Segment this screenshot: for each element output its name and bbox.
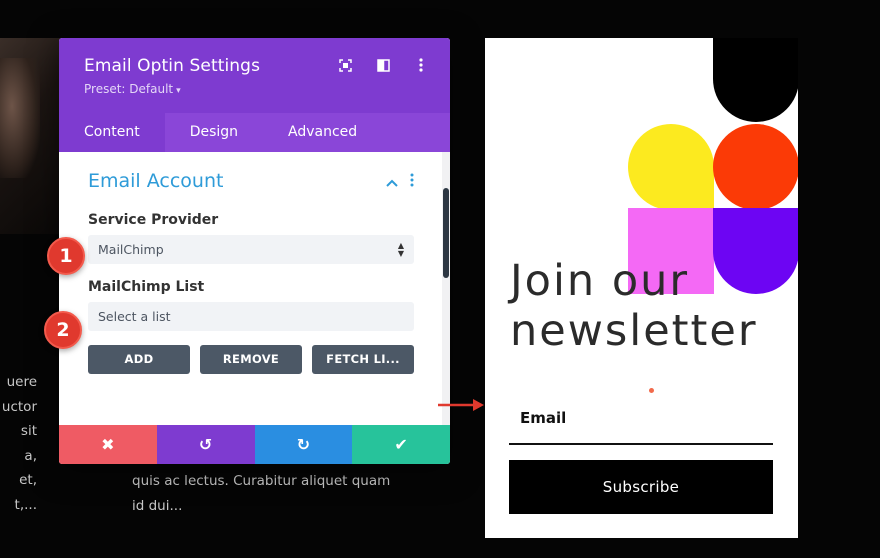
decor-dot bbox=[649, 388, 654, 393]
section-icons bbox=[386, 172, 414, 191]
service-provider-label: Service Provider bbox=[88, 212, 219, 228]
chevron-up-icon[interactable] bbox=[386, 172, 398, 191]
background-text-line: uere bbox=[6, 374, 37, 390]
section-title: Email Account bbox=[88, 170, 224, 192]
list-action-buttons: ADD REMOVE FETCH LI... bbox=[88, 345, 414, 374]
fullscreen-icon[interactable] bbox=[338, 58, 352, 72]
newsletter-headline: Join our newsletter bbox=[510, 256, 798, 356]
add-button[interactable]: ADD bbox=[88, 345, 190, 374]
background-text-line: uctor bbox=[1, 398, 37, 415]
headline-line-2: newsletter bbox=[510, 306, 758, 356]
undo-icon: ↺ bbox=[198, 435, 213, 454]
mailchimp-list-value: Select a list bbox=[98, 309, 171, 324]
background-text-line: et, bbox=[19, 472, 37, 488]
background-photo bbox=[0, 38, 60, 234]
remove-button[interactable]: REMOVE bbox=[200, 345, 302, 374]
more-vertical-icon[interactable] bbox=[410, 172, 414, 191]
tab-content[interactable]: Content bbox=[59, 113, 165, 152]
background-text-line: a, bbox=[24, 447, 37, 464]
select-arrows-icon: ▲ ▼ bbox=[397, 240, 404, 258]
decor-shape-black bbox=[713, 38, 798, 122]
tab-design[interactable]: Design bbox=[165, 113, 263, 152]
section-header[interactable]: Email Account bbox=[88, 152, 414, 192]
decor-shape-red bbox=[713, 124, 798, 210]
background-text-line: quis ac lectus. Curabitur aliquet quam bbox=[132, 473, 391, 489]
panel-header[interactable]: Email Optin Settings Preset: Default ▾ bbox=[59, 38, 450, 113]
scrollbar-thumb[interactable] bbox=[443, 188, 449, 278]
email-optin-settings-panel: Email Optin Settings Preset: Default ▾ Co… bbox=[59, 38, 450, 464]
headline-line-1: Join our bbox=[510, 256, 690, 306]
pointer-arrow-icon bbox=[438, 399, 484, 411]
service-provider-select[interactable]: MailChimp ▲ ▼ bbox=[88, 235, 414, 264]
fetch-lists-button[interactable]: FETCH LI... bbox=[312, 345, 414, 374]
panel-body: Email Account Service Provider MailChimp… bbox=[59, 152, 450, 425]
newsletter-preview-card: Join our newsletter Email Subscribe bbox=[485, 38, 798, 538]
mailchimp-list-label: MailChimp List bbox=[88, 279, 205, 295]
checkmark-icon: ✔ bbox=[394, 435, 408, 454]
email-field[interactable]: Email bbox=[520, 409, 566, 427]
step-badge-2: 2 bbox=[44, 311, 82, 349]
preset-dropdown[interactable]: Preset: Default ▾ bbox=[84, 82, 425, 96]
background-text-line: sit bbox=[20, 423, 37, 439]
close-icon: ✖ bbox=[101, 435, 115, 454]
header-icons bbox=[338, 58, 428, 72]
preset-label: Preset: Default bbox=[84, 82, 174, 96]
tab-advanced[interactable]: Advanced bbox=[263, 113, 382, 152]
caret-down-icon: ▾ bbox=[176, 86, 181, 96]
split-view-icon[interactable] bbox=[376, 58, 390, 72]
save-button[interactable]: ✔ bbox=[352, 425, 450, 464]
background-text-line: t,... bbox=[14, 496, 37, 513]
mailchimp-list-select[interactable]: Select a list bbox=[88, 302, 414, 331]
more-vertical-icon[interactable] bbox=[414, 58, 428, 72]
panel-footer: ✖ ↺ ↻ ✔ bbox=[59, 425, 450, 464]
background-text-line: id dui... bbox=[132, 497, 183, 514]
scrollbar-track[interactable] bbox=[442, 152, 450, 425]
cancel-button[interactable]: ✖ bbox=[59, 425, 157, 464]
background-text-left: uere uctor sit a, et, t,... bbox=[0, 370, 60, 517]
settings-tabs: Content Design Advanced bbox=[59, 113, 450, 152]
undo-button[interactable]: ↺ bbox=[156, 425, 255, 464]
subscribe-button[interactable]: Subscribe bbox=[509, 460, 773, 514]
background-text-mid: quis ac lectus. Curabitur aliquet quam i… bbox=[132, 469, 432, 518]
redo-button[interactable]: ↻ bbox=[254, 425, 353, 464]
decor-shape-yellow bbox=[628, 124, 714, 210]
email-field-underline bbox=[509, 443, 773, 445]
step-badge-1: 1 bbox=[47, 237, 85, 275]
redo-icon: ↻ bbox=[296, 435, 311, 454]
service-provider-value: MailChimp bbox=[98, 242, 164, 257]
